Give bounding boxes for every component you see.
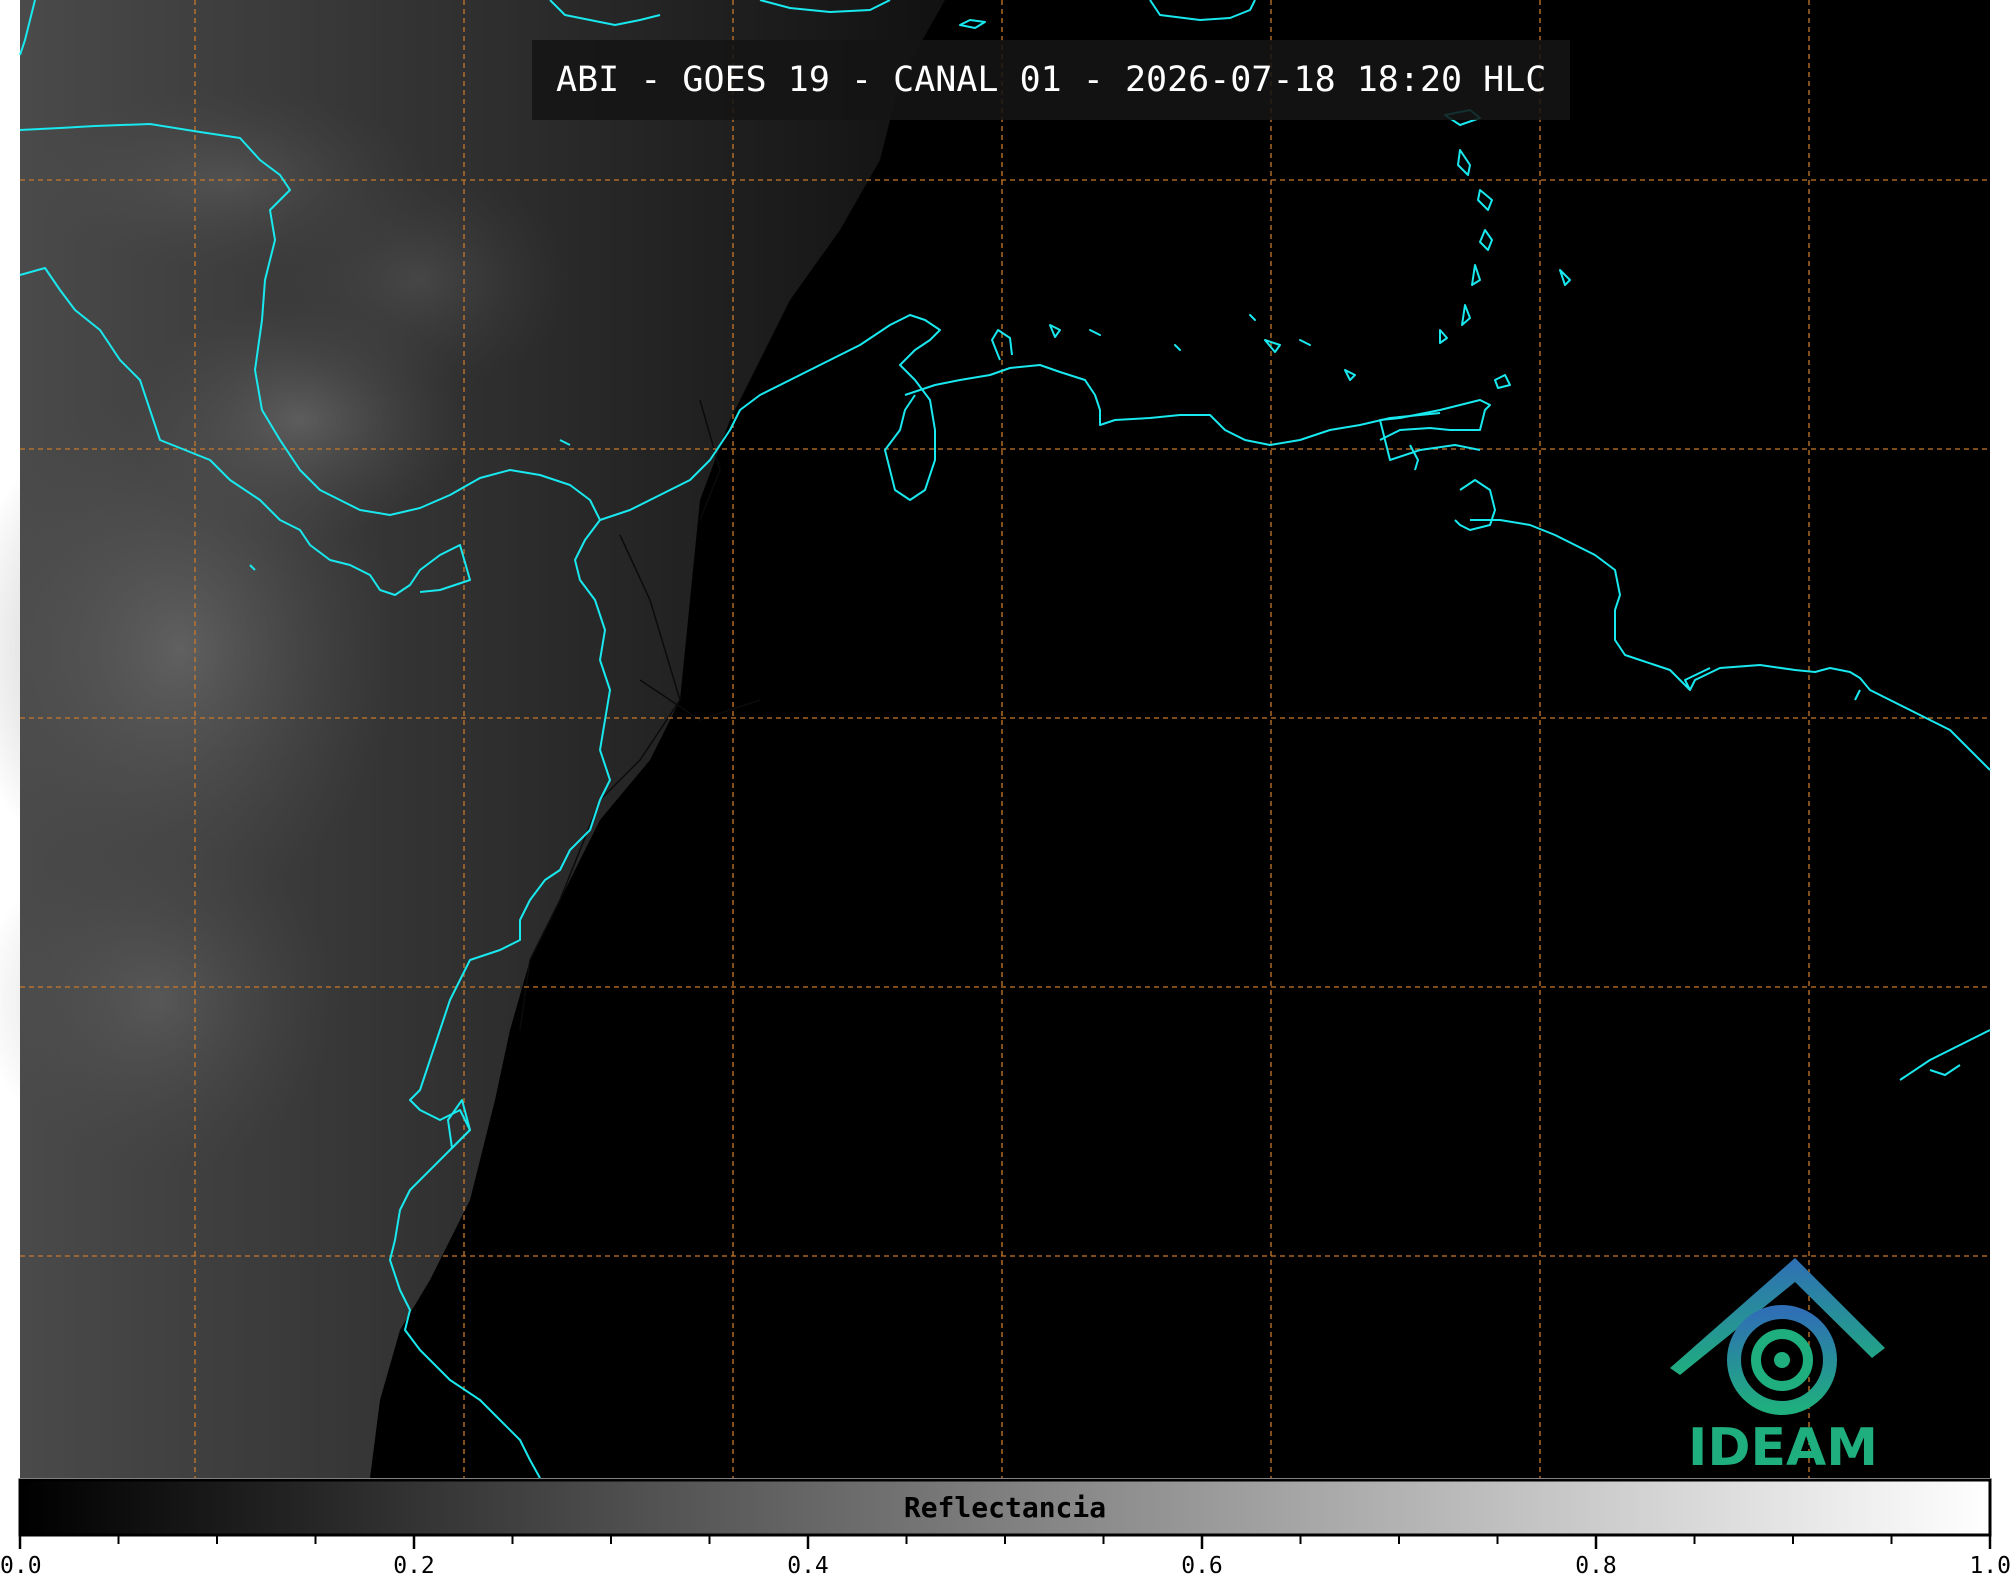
colorbar-tick-label: 0.0 bbox=[0, 1553, 42, 1577]
map-title: ABI - GOES 19 - CANAL 01 - 2026-07-18 18… bbox=[556, 60, 1547, 100]
colorbar-tick-label: 1.0 bbox=[1969, 1553, 2011, 1577]
colorbar: Reflectancia 0.0 0.2 0.4 0.6 0.8 1.0 bbox=[0, 1478, 2011, 1577]
satellite-map: IDEAM Reflectancia 0.0 0.2 0.4 0.6 0.8 1.0 bbox=[0, 0, 2011, 1577]
colorbar-tick-label: 0.6 bbox=[1181, 1553, 1223, 1577]
colorbar-tick-label: 0.8 bbox=[1575, 1553, 1617, 1577]
title-box: ABI - GOES 19 - CANAL 01 - 2026-07-18 18… bbox=[532, 40, 1571, 120]
colorbar-tick-label: 0.4 bbox=[787, 1553, 829, 1577]
logo-text: IDEAM bbox=[1688, 1418, 1878, 1478]
colorbar-ticks: 0.0 0.2 0.4 0.6 0.8 1.0 bbox=[0, 1535, 2011, 1577]
colorbar-tick-label: 0.2 bbox=[393, 1553, 435, 1577]
colorbar-label: Reflectancia bbox=[904, 1491, 1106, 1524]
